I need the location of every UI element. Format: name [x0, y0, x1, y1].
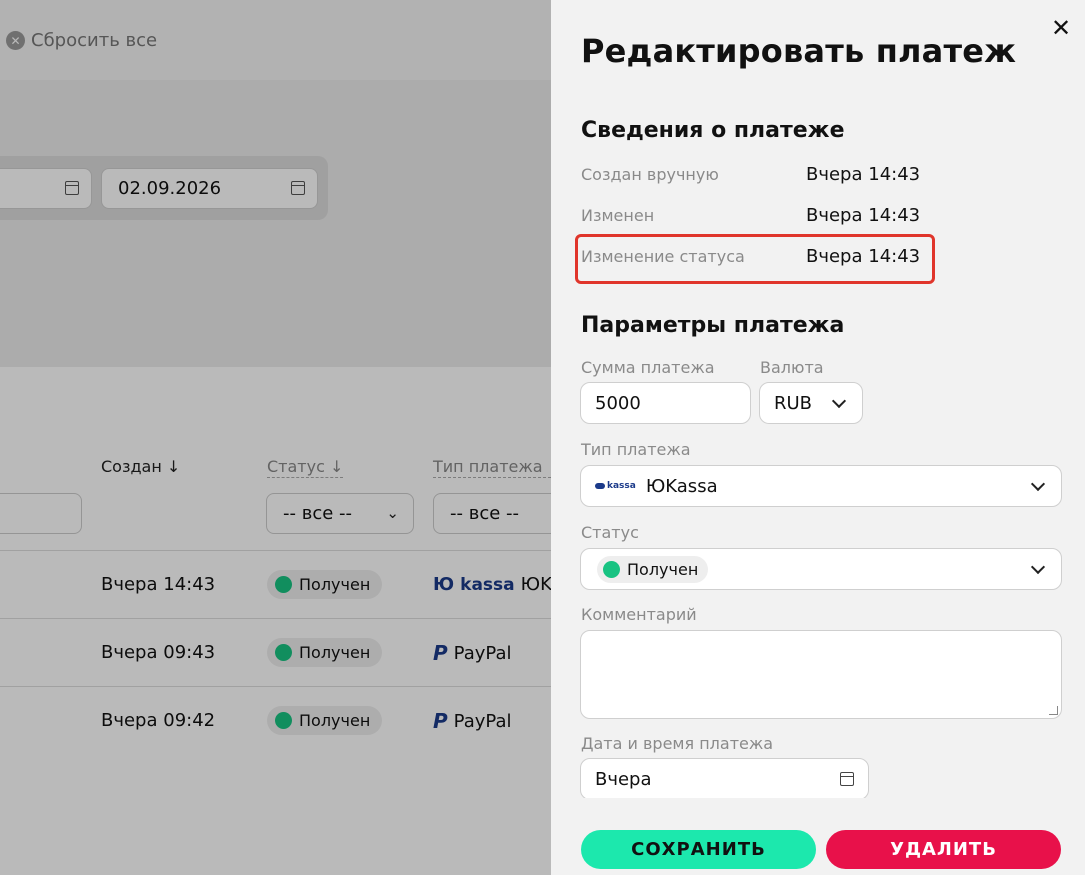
datetime-value: Вчера — [595, 768, 652, 790]
currency-label: Валюта — [760, 358, 824, 377]
status-select[interactable]: Получен — [580, 548, 1062, 590]
amount-label: Сумма платежа — [581, 358, 715, 377]
info-value-modified: Вчера 14:43 — [806, 205, 921, 226]
datetime-input[interactable]: Вчера — [580, 758, 869, 800]
chevron-down-icon — [1030, 476, 1046, 492]
comment-label: Комментарий — [581, 605, 697, 624]
info-label-created: Создан вручную — [581, 165, 719, 184]
calendar-icon — [840, 772, 854, 786]
drawer-title: Редактировать платеж — [581, 32, 1017, 70]
status-dot-icon — [603, 560, 620, 578]
datetime-label: Дата и время платежа — [581, 734, 774, 753]
status-value: Получен — [627, 559, 699, 579]
payment-type-select[interactable]: kassa ЮKassa — [580, 465, 1062, 507]
chevron-down-icon — [831, 393, 847, 409]
currency-value: RUB — [774, 392, 813, 414]
save-button[interactable]: СОХРАНИТЬ — [581, 830, 816, 869]
amount-input[interactable]: 5000 — [580, 382, 751, 424]
info-section-title: Сведения о платеже — [581, 118, 845, 143]
info-label-modified: Изменен — [581, 206, 655, 225]
payment-type-label: Тип платежа — [581, 440, 691, 459]
edit-payment-drawer: ✕ Редактировать платеж Сведения о платеж… — [551, 0, 1085, 875]
amount-value: 5000 — [595, 392, 641, 414]
params-section-title: Параметры платежа — [581, 313, 845, 338]
comment-textarea[interactable] — [580, 630, 1062, 719]
status-badge: Получен — [597, 555, 709, 583]
yookassa-logo-icon: kassa — [595, 481, 636, 491]
payment-type-value: ЮKassa — [645, 475, 718, 497]
chevron-down-icon — [1030, 559, 1046, 575]
delete-button[interactable]: УДАЛИТЬ — [826, 830, 1061, 869]
currency-select[interactable]: RUB — [759, 382, 863, 424]
status-label: Статус — [581, 523, 639, 542]
close-icon[interactable]: ✕ — [1049, 16, 1073, 40]
resize-handle-icon[interactable] — [1049, 706, 1058, 715]
info-value-created: Вчера 14:43 — [806, 164, 921, 185]
highlight-box — [575, 234, 935, 284]
